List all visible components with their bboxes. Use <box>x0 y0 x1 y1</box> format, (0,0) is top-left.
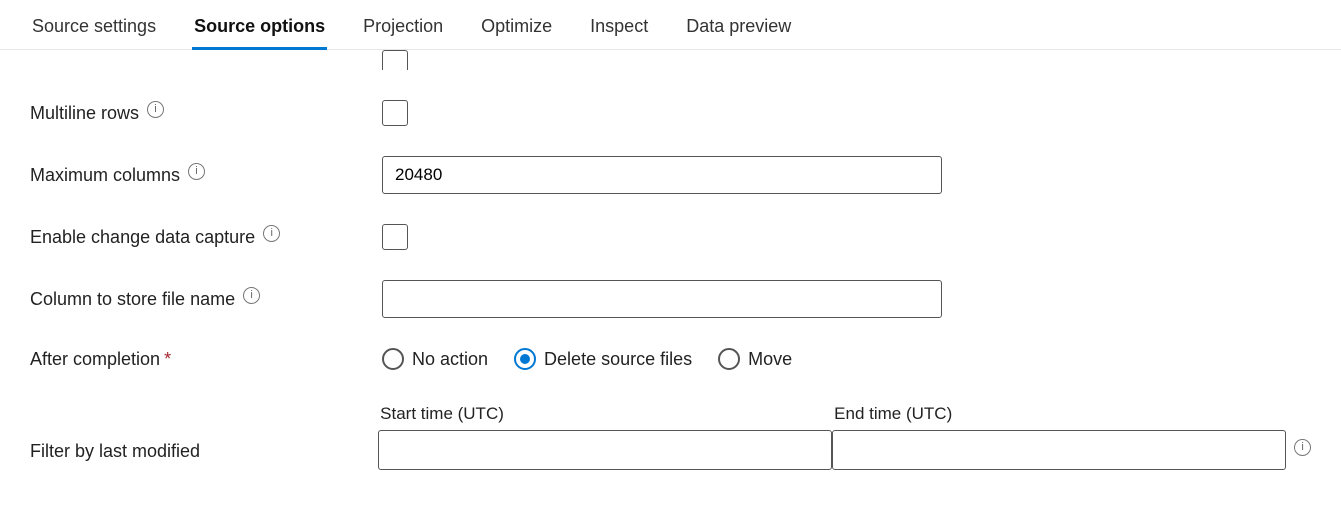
row-enable-cdc: Enable change data capture i <box>30 224 1311 250</box>
start-time-group: Start time (UTC) <box>378 404 832 470</box>
enable-cdc-checkbox[interactable] <box>382 224 408 250</box>
tab-inspect[interactable]: Inspect <box>588 8 650 50</box>
tab-projection[interactable]: Projection <box>361 8 445 50</box>
column-store-filename-input[interactable] <box>382 280 942 318</box>
multiline-rows-checkbox[interactable] <box>382 100 408 126</box>
after-completion-label: After completion <box>30 349 160 370</box>
required-asterisk: * <box>164 349 171 370</box>
radio-move[interactable]: Move <box>718 348 792 370</box>
radio-circle-icon <box>718 348 740 370</box>
tab-source-options[interactable]: Source options <box>192 8 327 50</box>
tab-data-preview[interactable]: Data preview <box>684 8 793 50</box>
info-icon[interactable]: i <box>1294 439 1311 456</box>
radio-delete-label: Delete source files <box>544 349 692 370</box>
list-of-files-checkbox[interactable] <box>382 50 408 70</box>
row-multiline-rows: Multiline rows i <box>30 100 1311 126</box>
end-time-header: End time (UTC) <box>832 404 1286 424</box>
end-time-group: End time (UTC) <box>832 404 1286 470</box>
maximum-columns-input[interactable] <box>382 156 942 194</box>
radio-move-label: Move <box>748 349 792 370</box>
start-time-input[interactable] <box>378 430 832 470</box>
tabs-bar: Source settings Source options Projectio… <box>0 0 1341 50</box>
form-content: Multiline rows i Maximum columns i Enabl… <box>0 50 1341 470</box>
info-icon[interactable]: i <box>147 101 164 118</box>
maximum-columns-label: Maximum columns <box>30 165 180 186</box>
radio-delete-source-files[interactable]: Delete source files <box>514 348 692 370</box>
after-completion-radio-group: No action Delete source files Move <box>382 348 792 370</box>
row-filter-by-last-modified: Filter by last modified Start time (UTC)… <box>30 404 1311 470</box>
info-icon[interactable]: i <box>243 287 260 304</box>
radio-circle-icon <box>514 348 536 370</box>
radio-no-action-label: No action <box>412 349 488 370</box>
row-list-of-files-cut <box>30 50 1311 70</box>
multiline-rows-label: Multiline rows <box>30 103 139 124</box>
row-maximum-columns: Maximum columns i <box>30 156 1311 194</box>
radio-no-action[interactable]: No action <box>382 348 488 370</box>
row-after-completion: After completion * No action Delete sour… <box>30 348 1311 370</box>
info-icon[interactable]: i <box>263 225 280 242</box>
info-icon[interactable]: i <box>188 163 205 180</box>
enable-cdc-label: Enable change data capture <box>30 227 255 248</box>
start-time-header: Start time (UTC) <box>378 404 832 424</box>
row-column-store-filename: Column to store file name i <box>30 280 1311 318</box>
tab-optimize[interactable]: Optimize <box>479 8 554 50</box>
radio-circle-icon <box>382 348 404 370</box>
end-time-input[interactable] <box>832 430 1286 470</box>
tab-source-settings[interactable]: Source settings <box>30 8 158 50</box>
filter-by-last-modified-label: Filter by last modified <box>30 441 200 462</box>
column-store-filename-label: Column to store file name <box>30 289 235 310</box>
